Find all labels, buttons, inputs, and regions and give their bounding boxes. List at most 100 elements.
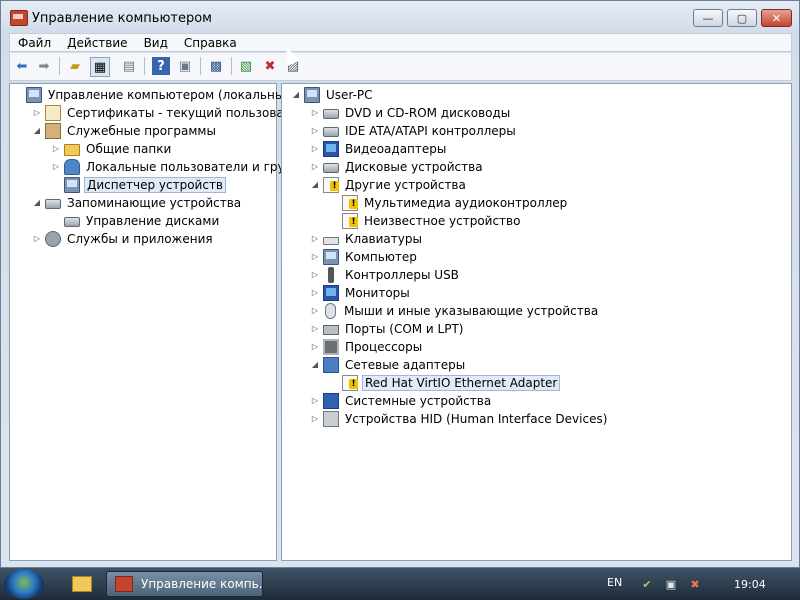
tree-expander-icon[interactable]: ◢	[31, 198, 43, 207]
tree-expander-icon[interactable]: ▷	[50, 144, 62, 153]
menu-action[interactable]: Действие	[59, 36, 135, 50]
device-tree-node[interactable]: Неизвестное устройство	[328, 212, 522, 229]
tree-expander-icon[interactable]: ▷	[309, 144, 321, 153]
tree-expander-icon[interactable]: ◢	[309, 360, 321, 369]
console-tree-node[interactable]: ▷ Локальные пользователи и группы	[50, 158, 312, 175]
tree-node-label[interactable]: Клавиатуры	[343, 232, 424, 246]
close-button[interactable]: ✕	[761, 9, 792, 27]
device-tree-node[interactable]: ▷ Дисковые устройства	[309, 158, 485, 175]
console-tree-pane[interactable]: Управление компьютером (локальным) ▷ Серти…	[9, 83, 313, 561]
device-tree-node[interactable]: ▷ DVD и CD-ROM дисководы	[309, 104, 512, 121]
device-tree-node[interactable]: ▷ Компьютер	[309, 248, 419, 265]
tree-expander-icon[interactable]: ▷	[309, 324, 321, 333]
update-driver-icon[interactable]: ▧	[237, 57, 255, 75]
menu-help[interactable]: Справка	[176, 36, 245, 50]
tree-expander-icon[interactable]: ▷	[309, 162, 321, 171]
properties-icon[interactable]: ▣	[176, 57, 194, 75]
console-tree-node[interactable]: ▷ Службы и приложения	[31, 230, 215, 247]
device-tree-node[interactable]: ▷ Контроллеры USB	[309, 266, 461, 283]
system-clock[interactable]: 19:04	[734, 578, 766, 591]
tree-expander-icon[interactable]: ▷	[309, 108, 321, 117]
tree-expander-icon[interactable]: ▷	[309, 414, 321, 423]
device-tree-node[interactable]: ◢ User-PC	[290, 86, 375, 103]
console-tree-node[interactable]: ▷ Общие папки	[50, 140, 173, 157]
device-tree-node[interactable]: ▷ Устройства HID (Human Interface Devices…	[309, 410, 609, 427]
tree-expander-icon[interactable]: ◢	[31, 126, 43, 135]
up-folder-icon[interactable]: ▰	[66, 57, 84, 75]
device-tree-node[interactable]: Мультимедиа аудиоконтроллер	[328, 194, 569, 211]
tree-expander-icon[interactable]: ▷	[309, 342, 321, 351]
tree-node-label[interactable]: Компьютер	[343, 250, 419, 264]
taskbar-computer-management-button[interactable]: Управление компь...	[106, 571, 263, 597]
tree-node-label[interactable]: Процессоры	[343, 340, 424, 354]
device-tree-node[interactable]: ▷ Системные устройства	[309, 392, 493, 409]
tree-expander-icon[interactable]: ▷	[309, 234, 321, 243]
tree-node-label[interactable]: Другие устройства	[343, 178, 468, 192]
tree-node-label[interactable]: Сетевые адаптеры	[343, 358, 467, 372]
tree-expander-icon[interactable]: ▷	[31, 234, 43, 243]
tree-node-label[interactable]: User-PC	[324, 88, 375, 102]
device-tree-node[interactable]: Red Hat VirtIO Ethernet Adapter	[328, 374, 561, 391]
network-disconnected-icon[interactable]: ▣	[664, 578, 678, 592]
device-tree-node[interactable]: ◢ Другие устройства	[309, 176, 468, 193]
scan-hardware-icon[interactable]: ▩	[207, 57, 225, 75]
uninstall-icon[interactable]: ✖	[261, 57, 279, 75]
action-center-icon[interactable]: ✔	[640, 578, 654, 592]
back-arrow-icon[interactable]: ⬅	[13, 57, 31, 75]
console-tree-node[interactable]: ◢ Служебные программы	[31, 122, 218, 139]
tree-node-label[interactable]: Запоминающие устройства	[65, 196, 243, 210]
device-tree-node[interactable]: ▷ Процессоры	[309, 338, 424, 355]
tree-node-label[interactable]: Системные устройства	[343, 394, 493, 408]
tree-node-label[interactable]: DVD и CD-ROM дисководы	[343, 106, 512, 120]
tree-expander-icon[interactable]: ◢	[290, 90, 302, 99]
tree-expander-icon[interactable]: ▷	[309, 126, 321, 135]
title-bar[interactable]: Управление компьютером — ▢ ✕	[1, 1, 799, 34]
menu-file[interactable]: Файл	[10, 36, 59, 50]
minimize-button[interactable]: —	[693, 9, 723, 27]
tree-expander-icon[interactable]: ▷	[309, 396, 321, 405]
tree-expander-icon[interactable]: ▷	[50, 162, 62, 171]
tree-expander-icon[interactable]: ▷	[309, 306, 321, 315]
tree-node-label[interactable]: IDE ATA/ATAPI контроллеры	[343, 124, 518, 138]
show-hide-tree-icon[interactable]: ▦	[90, 57, 110, 77]
explorer-folder-icon[interactable]	[72, 576, 92, 592]
tree-node-label[interactable]: Сертификаты - текущий пользователь	[65, 106, 315, 120]
device-tree-node[interactable]: ▷ Мониторы	[309, 284, 412, 301]
language-indicator[interactable]: EN	[607, 576, 622, 589]
device-tree-node[interactable]: ▷ Порты (COM и LPT)	[309, 320, 465, 337]
tree-node-label[interactable]: Управление дисками	[84, 214, 221, 228]
tree-node-label[interactable]: Видеоадаптеры	[343, 142, 448, 156]
start-button[interactable]	[4, 569, 44, 599]
help-icon[interactable]: ?	[152, 57, 170, 75]
console-tree-node[interactable]: ◢ Запоминающие устройства	[31, 194, 243, 211]
volume-muted-icon[interactable]: ✖	[688, 578, 702, 592]
tree-node-label[interactable]: Дисковые устройства	[343, 160, 485, 174]
tree-node-label[interactable]: Локальные пользователи и группы	[84, 160, 312, 174]
tree-node-label[interactable]: Мультимедиа аудиоконтроллер	[362, 196, 569, 210]
console-tree-node[interactable]: Диспетчер устройств	[50, 176, 227, 193]
console-tree-node[interactable]: ▷ Сертификаты - текущий пользователь	[31, 104, 315, 121]
maximize-button[interactable]: ▢	[727, 9, 757, 27]
tree-expander-icon[interactable]: ◢	[309, 180, 321, 189]
tree-node-label[interactable]: Управление компьютером (локальным)	[46, 88, 300, 102]
tree-expander-icon[interactable]: ▷	[309, 270, 321, 279]
tree-node-label[interactable]: Red Hat VirtIO Ethernet Adapter	[362, 374, 561, 391]
tree-node-label[interactable]: Диспетчер устройств	[84, 176, 227, 193]
tree-node-label[interactable]: Мониторы	[343, 286, 412, 300]
tree-node-label[interactable]: Контроллеры USB	[343, 268, 461, 282]
device-tree-node[interactable]: ◢ Сетевые адаптеры	[309, 356, 467, 373]
tree-expander-icon[interactable]: ▷	[31, 108, 43, 117]
device-tree-node[interactable]: ▷ Клавиатуры	[309, 230, 424, 247]
menu-view[interactable]: Вид	[136, 36, 176, 50]
export-list-icon[interactable]: ▤	[120, 57, 138, 75]
device-tree-node[interactable]: ▷ Видеоадаптеры	[309, 140, 448, 157]
console-tree-node[interactable]: Управление дисками	[50, 212, 221, 229]
tree-expander-icon[interactable]: ▷	[309, 252, 321, 261]
tree-expander-icon[interactable]: ▷	[309, 288, 321, 297]
tree-node-label[interactable]: Порты (COM и LPT)	[343, 322, 465, 336]
forward-arrow-icon[interactable]: ➡	[35, 57, 53, 75]
device-tree-node[interactable]: ▷ Мыши и иные указывающие устройства	[309, 302, 600, 319]
device-tree-pane[interactable]: ◢ User-PC ▷ DVD и CD-ROM дисководы ▷ IDE ATA/…	[281, 83, 792, 561]
tree-node-label[interactable]: Устройства HID (Human Interface Devices)	[343, 412, 609, 426]
tree-node-label[interactable]: Мыши и иные указывающие устройства	[342, 304, 600, 318]
